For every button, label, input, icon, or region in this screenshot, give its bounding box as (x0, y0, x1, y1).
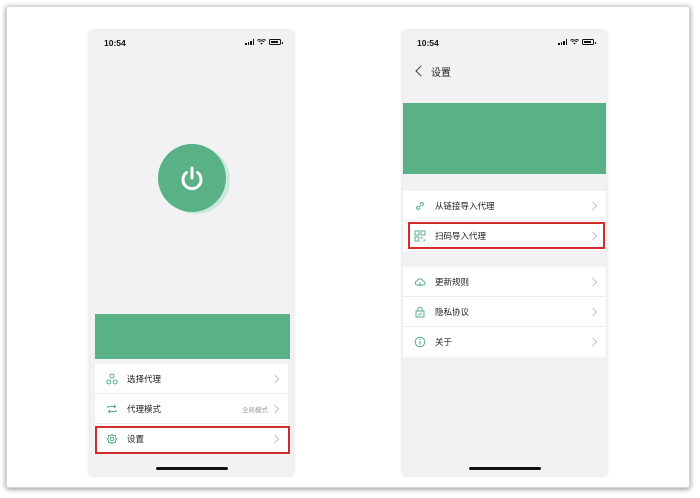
menu-item-label: 隐私协议 (435, 306, 470, 317)
lock-icon (413, 305, 427, 319)
settings-highlight-box (95, 426, 290, 454)
status-icons (245, 39, 283, 45)
status-time: 10:54 (104, 38, 126, 48)
menu-item-select-proxy[interactable]: 选择代理 (95, 364, 288, 394)
back-chevron-icon[interactable] (415, 65, 427, 77)
menu-item-label: 更新规则 (435, 276, 470, 287)
menu-item-proxy-mode[interactable]: 代理模式 全局模式 (95, 394, 288, 424)
wifi-icon (570, 39, 579, 45)
menu-item-label: 选择代理 (127, 373, 162, 384)
screenshot-frame: 10:54 选择代理 代理模式 全局模式 设置 10:54 设置 从链接导入代理… (6, 6, 690, 488)
menu-item-import-from-link[interactable]: 从链接导入代理 (403, 191, 606, 221)
power-button[interactable] (158, 144, 226, 212)
home-indicator (155, 467, 228, 470)
nodes-icon (105, 372, 119, 386)
battery-icon (582, 39, 596, 45)
phone-main-screen: 10:54 选择代理 代理模式 全局模式 设置 (90, 31, 293, 475)
signal-icon (558, 39, 567, 45)
scan-qr-highlight-box (408, 222, 605, 249)
status-icons (558, 39, 596, 45)
page-title: 设置 (431, 67, 451, 79)
power-icon (181, 166, 203, 191)
home-indicator (468, 467, 541, 470)
proxy-mode-value: 全局模式 (242, 406, 268, 414)
settings-group-misc: 更新规则 隐私协议 关于 (403, 267, 606, 357)
status-banner (95, 314, 290, 359)
menu-item-about[interactable]: 关于 (403, 327, 606, 357)
chevron-right-icon (588, 201, 598, 210)
chevron-right-icon (588, 307, 598, 316)
chevron-right-icon (270, 374, 280, 383)
repeat-arrows-icon (105, 402, 119, 416)
power-button-wrap (158, 144, 230, 214)
status-bar: 10:54 (403, 31, 606, 53)
battery-icon (269, 39, 283, 45)
menu-item-label: 关于 (435, 337, 453, 347)
status-bar: 10:54 (90, 31, 293, 53)
settings-banner (403, 103, 606, 174)
link-icon (413, 199, 427, 213)
signal-icon (245, 39, 254, 45)
menu-item-label: 代理模式 (127, 403, 162, 414)
menu-item-label: 从链接导入代理 (435, 200, 495, 211)
phone-settings-screen: 10:54 设置 从链接导入代理 扫码导入代理 更新规则 隐私协议 关于 (403, 31, 606, 475)
wifi-icon (257, 39, 266, 45)
status-time: 10:54 (417, 38, 439, 48)
chevron-right-icon (588, 337, 598, 347)
menu-item-privacy[interactable]: 隐私协议 (403, 297, 606, 327)
cloud-icon (413, 275, 427, 289)
menu-item-update-rules[interactable]: 更新规则 (403, 267, 606, 297)
nav-bar: 设置 (403, 57, 606, 85)
chevron-right-icon (588, 277, 598, 286)
chevron-right-icon (270, 404, 280, 413)
info-icon (413, 335, 427, 349)
